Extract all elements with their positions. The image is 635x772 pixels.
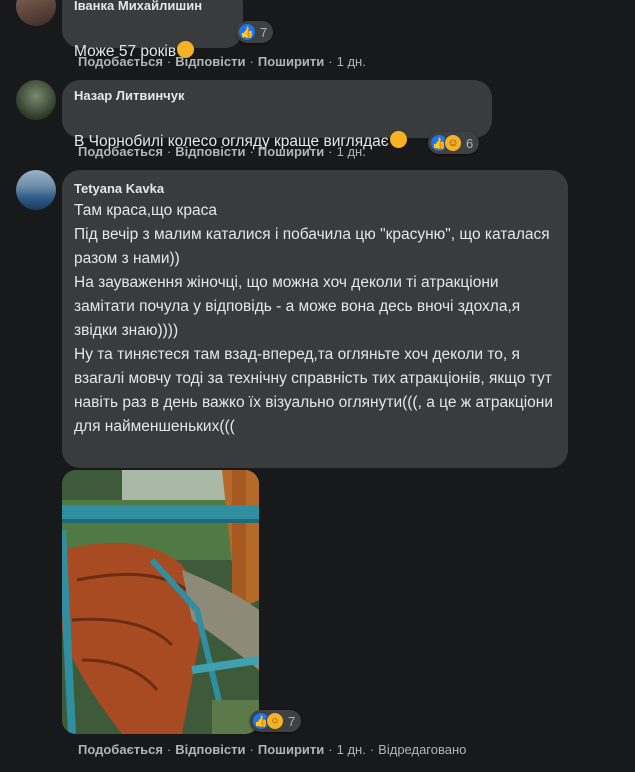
avatar[interactable]: [16, 80, 56, 120]
comment-actions: Подобається · Відповісти · Поширити · 1 дн.: [78, 54, 366, 69]
reaction-summary[interactable]: 👍 ☺ 6: [428, 132, 480, 154]
avatar[interactable]: [16, 170, 56, 210]
like-link[interactable]: Подобається: [78, 54, 163, 69]
grinning-face-emoji: [389, 131, 407, 148]
comment-bubble: Іванка Михайлишин Може 57 років: [62, 0, 243, 60]
share-link[interactable]: Поширити: [258, 54, 324, 69]
reaction-summary[interactable]: 👍 ○ 7: [250, 710, 302, 732]
comment-text: Там краса,що краса Під вечір з малим кат…: [74, 202, 554, 435]
comment-bubble: Tetyana Kavka Там краса,що краса Під веч…: [62, 170, 568, 468]
reply-link[interactable]: Відповісти: [175, 742, 245, 757]
like-icon: 👍: [238, 23, 256, 41]
comment-bubble: Назар Литвинчук В Чорнобилі колесо огляд…: [62, 80, 492, 150]
comment-photo[interactable]: [62, 470, 259, 734]
reaction-summary[interactable]: 👍 7: [236, 21, 274, 43]
edited-label[interactable]: Відредаговано: [378, 742, 466, 757]
like-link[interactable]: Подобається: [78, 742, 163, 757]
share-link[interactable]: Поширити: [258, 742, 324, 757]
reaction-count: 7: [260, 24, 268, 40]
timestamp[interactable]: 1 дн.: [337, 144, 366, 159]
reaction-count: 7: [288, 713, 296, 729]
like-link[interactable]: Подобається: [78, 144, 163, 159]
comment-author[interactable]: Іванка Михайлишин: [74, 0, 231, 14]
wow-icon: ○: [266, 712, 284, 730]
reaction-count: 6: [466, 135, 474, 151]
haha-icon: ☺: [444, 134, 462, 152]
comment-actions: Подобається · Відповісти · Поширити · 1 дн. · Ві…: [78, 742, 467, 757]
carousel-bench-photo: [62, 470, 259, 734]
timestamp[interactable]: 1 дн.: [337, 742, 366, 757]
comment-actions: Подобається · Відповісти · Поширити · 1 дн.: [78, 144, 366, 159]
avatar[interactable]: [16, 0, 56, 26]
comment-author[interactable]: Назар Литвинчук: [74, 88, 480, 104]
comment-author[interactable]: Tetyana Kavka: [74, 181, 556, 197]
timestamp[interactable]: 1 дн.: [337, 54, 366, 69]
reply-link[interactable]: Відповісти: [175, 54, 245, 69]
reply-link[interactable]: Відповісти: [175, 144, 245, 159]
share-link[interactable]: Поширити: [258, 144, 324, 159]
